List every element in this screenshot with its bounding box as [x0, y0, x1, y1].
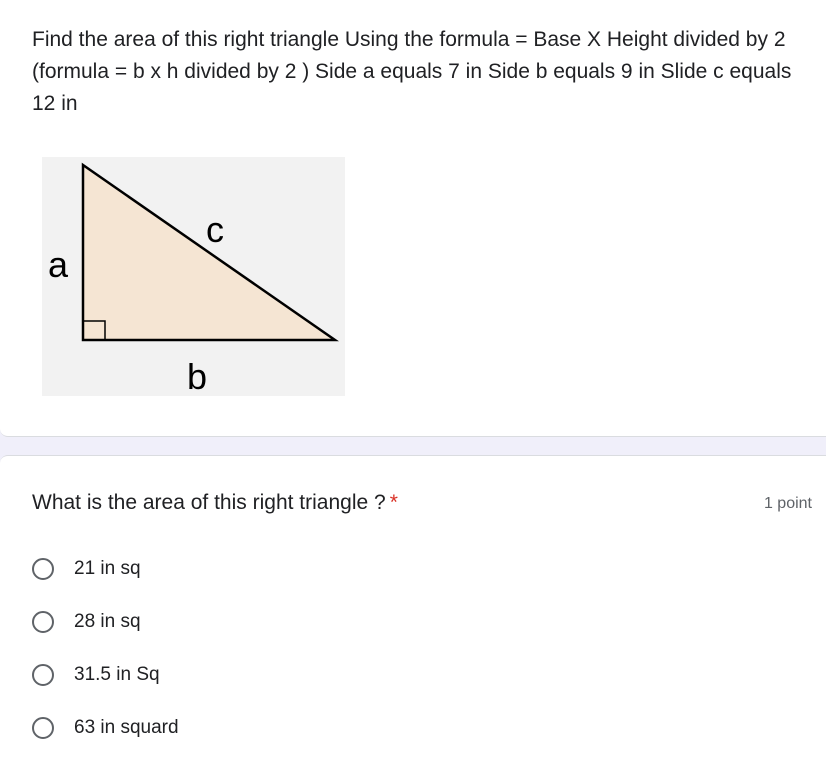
option-label: 31.5 in Sq: [74, 664, 160, 685]
option-label: 63 in squard: [74, 717, 179, 738]
required-asterisk: *: [389, 491, 398, 514]
right-triangle-figure: a c b: [42, 157, 345, 396]
radio-button[interactable]: [32, 664, 54, 686]
option-63-in-squard[interactable]: 63 in squard: [30, 712, 179, 744]
question-text: What is the area of this right triangle …: [32, 491, 386, 514]
question-title: What is the area of this right triangle …: [32, 489, 398, 517]
points-label: 1 point: [763, 495, 812, 512]
option-28-in-sq[interactable]: 28 in sq: [30, 606, 141, 638]
radio-button[interactable]: [32, 558, 54, 580]
label-a: a: [48, 244, 69, 285]
option-label: 21 in sq: [74, 558, 141, 579]
option-label: 28 in sq: [74, 611, 141, 632]
option-31-5-in-sq[interactable]: 31.5 in Sq: [30, 659, 160, 691]
radio-button[interactable]: [32, 611, 54, 633]
question-description: Find the area of this right triangle Usi…: [32, 28, 792, 115]
option-21-in-sq[interactable]: 21 in sq: [30, 553, 141, 585]
label-c: c: [206, 209, 224, 250]
radio-button[interactable]: [32, 717, 54, 739]
label-b: b: [187, 356, 207, 396]
